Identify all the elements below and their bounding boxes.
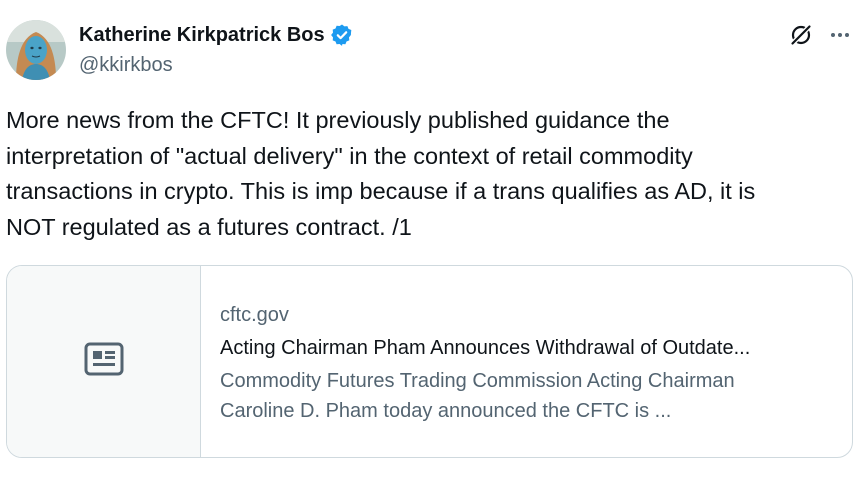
link-card-thumbnail: [7, 266, 201, 457]
grok-icon: [788, 22, 814, 53]
author-handle[interactable]: @kkirkbos: [79, 54, 173, 77]
grok-button[interactable]: [786, 22, 816, 52]
avatar-photo: [6, 20, 66, 80]
more-icon: [828, 23, 852, 52]
tweet-text: More news from the CFTC! It previously p…: [6, 107, 756, 240]
author-display-name[interactable]: Katherine Kirkpatrick Bos: [79, 24, 325, 47]
link-card-description: Commodity Futures Trading Commission Act…: [220, 370, 735, 422]
more-button[interactable]: [825, 22, 855, 52]
author-name-row: Katherine Kirkpatrick Bos: [79, 21, 354, 49]
verified-badge-icon[interactable]: [330, 23, 354, 47]
link-card-body: cftc.gov Acting Chairman Pham Announces …: [220, 300, 840, 426]
article-icon: [84, 342, 124, 381]
link-card-domain: cftc.gov: [220, 304, 289, 326]
tweet: Katherine Kirkpatrick Bos @kkirkbos More…: [0, 0, 865, 477]
link-card-title: Acting Chairman Pham Announces Withdrawa…: [220, 337, 751, 359]
avatar[interactable]: [6, 20, 66, 80]
link-card[interactable]: cftc.gov Acting Chairman Pham Announces …: [6, 265, 853, 458]
